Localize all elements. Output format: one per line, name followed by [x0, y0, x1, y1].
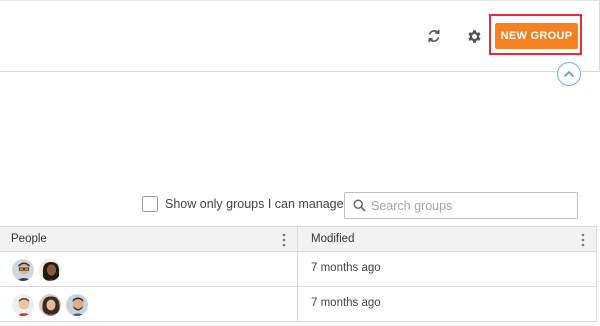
search-groups-field[interactable]: [344, 192, 578, 219]
avatar: [11, 258, 35, 282]
column-header-modified[interactable]: Modified: [311, 227, 354, 251]
search-icon: [353, 199, 366, 212]
table-header: People Modified: [0, 226, 596, 252]
avatar: [38, 293, 62, 317]
column-header-people[interactable]: People: [11, 227, 47, 251]
avatar: [11, 293, 35, 317]
avatar: [65, 293, 89, 317]
top-toolbar: NEW GROUP: [0, 0, 600, 72]
groups-table: People Modified 7 months ago 7 months ag…: [0, 226, 597, 322]
chevron-up-icon: [563, 70, 575, 78]
column-menu-icon[interactable]: [580, 233, 586, 247]
manage-only-checkbox[interactable]: [142, 196, 158, 212]
collapse-panel-button[interactable]: [557, 62, 581, 86]
modified-cell: 7 months ago: [311, 262, 381, 274]
refresh-icon[interactable]: [423, 25, 445, 47]
column-divider: [297, 227, 298, 251]
table-row[interactable]: 7 months ago: [0, 287, 596, 322]
column-menu-icon[interactable]: [281, 233, 287, 247]
modified-cell: 7 months ago: [311, 297, 381, 309]
column-divider: [297, 252, 298, 286]
manage-only-label: Show only groups I can manage: [165, 197, 344, 211]
table-row[interactable]: 7 months ago: [0, 252, 596, 287]
people-avatars: [11, 293, 92, 317]
gear-icon[interactable]: [463, 25, 485, 47]
people-avatars: [11, 258, 65, 282]
search-input[interactable]: [369, 196, 569, 216]
new-group-button[interactable]: NEW GROUP: [495, 23, 578, 49]
column-divider: [297, 287, 298, 321]
avatar: [38, 258, 62, 282]
